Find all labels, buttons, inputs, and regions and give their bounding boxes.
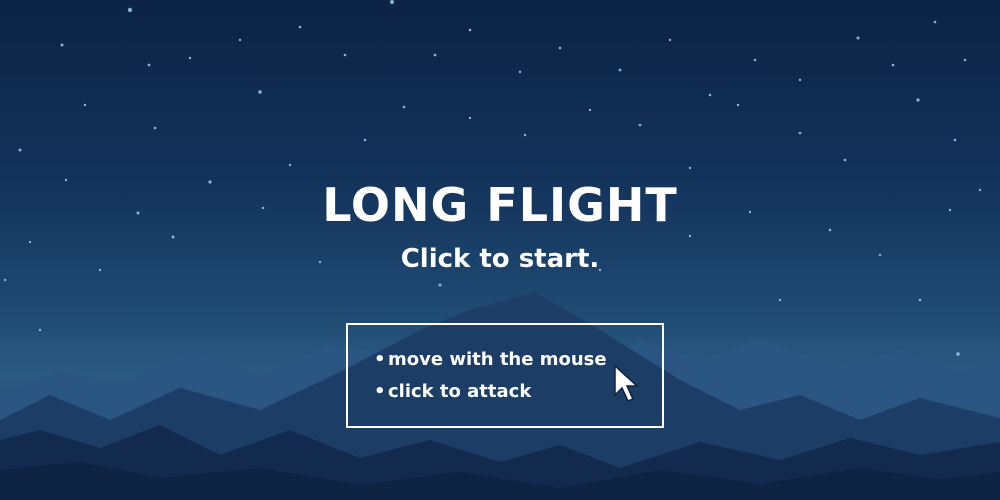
instruction-attack: click to attack	[388, 381, 532, 402]
star	[638, 123, 642, 127]
star	[153, 126, 157, 130]
star	[171, 235, 175, 239]
bullet-icon: •	[374, 381, 386, 402]
star	[127, 7, 133, 13]
star	[688, 166, 692, 170]
star	[3, 278, 7, 282]
instruction-move: move with the mouse	[388, 349, 607, 370]
star	[916, 98, 920, 102]
star	[956, 352, 960, 356]
star	[343, 53, 347, 57]
mouse-pointer-icon	[614, 365, 639, 402]
controls-list: • move with the mouse • click to attack	[374, 347, 607, 411]
star	[688, 234, 692, 238]
star	[28, 240, 32, 244]
star	[778, 298, 782, 302]
star	[558, 46, 562, 50]
star	[188, 56, 192, 60]
star	[288, 163, 292, 167]
star	[402, 105, 406, 109]
star	[18, 148, 22, 152]
star	[798, 131, 802, 135]
star	[468, 116, 472, 120]
star	[588, 108, 592, 112]
star	[856, 36, 860, 40]
star	[258, 90, 262, 94]
star	[708, 93, 712, 97]
star	[953, 138, 957, 142]
star	[468, 28, 472, 32]
list-item: • click to attack	[374, 379, 607, 411]
controls-help-box: • move with the mouse • click to attack	[346, 323, 664, 428]
list-item: • move with the mouse	[374, 347, 607, 379]
star	[963, 58, 967, 62]
star	[238, 38, 242, 42]
star	[753, 58, 757, 62]
star	[438, 283, 442, 287]
game-title: LONG FLIGHT	[322, 178, 678, 232]
star	[298, 25, 302, 29]
star	[798, 78, 802, 82]
star	[843, 158, 847, 162]
star	[518, 70, 522, 74]
star	[523, 133, 527, 137]
star	[736, 103, 740, 107]
star	[918, 298, 922, 302]
star	[60, 43, 64, 47]
star	[83, 103, 87, 107]
star	[363, 138, 367, 142]
star	[433, 53, 437, 57]
star	[933, 20, 937, 24]
bullet-icon: •	[374, 349, 386, 370]
star	[390, 0, 394, 4]
click-to-start-prompt[interactable]: Click to start.	[0, 244, 1000, 274]
star	[147, 63, 151, 67]
star	[891, 63, 895, 67]
star	[668, 38, 672, 42]
star	[38, 328, 42, 332]
star	[618, 68, 622, 72]
